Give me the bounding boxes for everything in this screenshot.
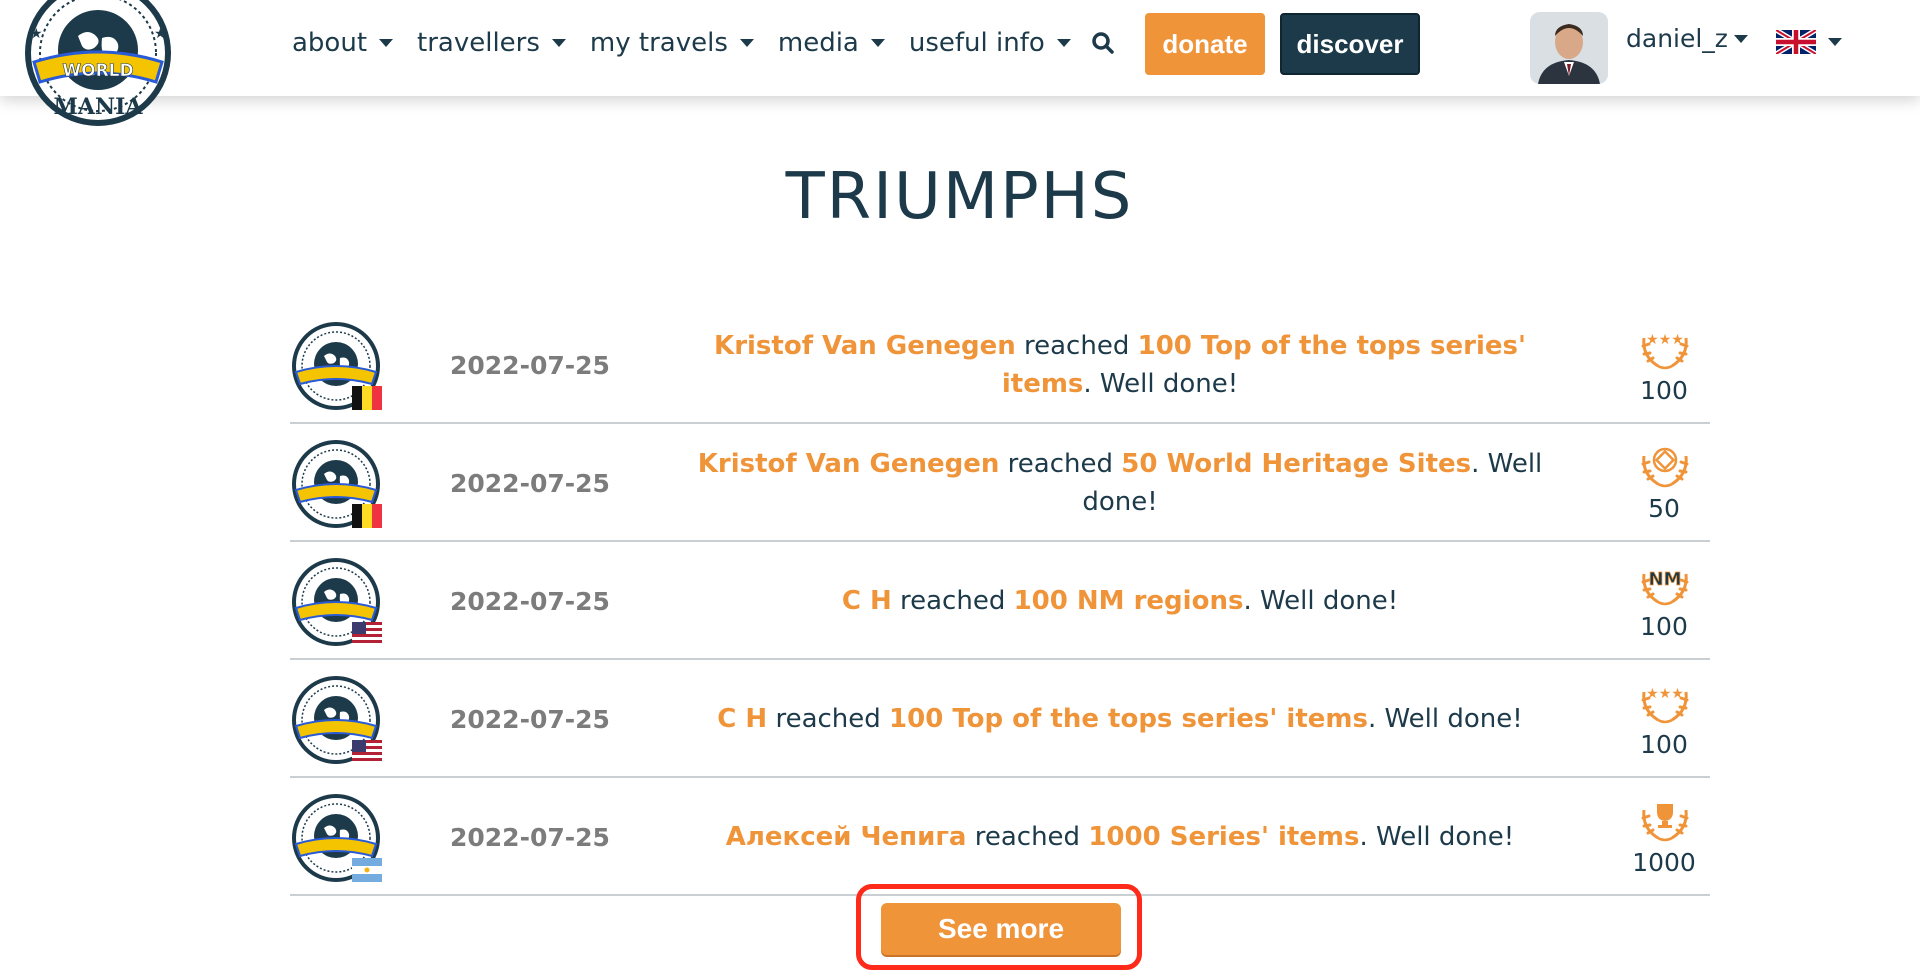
nav-about-label: about bbox=[292, 28, 368, 58]
triumph-verb: reached bbox=[966, 822, 1089, 852]
traveller-link[interactable]: Алексей Чепига bbox=[726, 822, 967, 852]
nomadmania-badge-icon[interactable] bbox=[290, 674, 386, 770]
triumph-description: Kristof Van Genegen reached 100 Top of t… bbox=[680, 306, 1560, 424]
svg-text:★: ★ bbox=[154, 26, 167, 42]
triumph-suffix: . Well done! bbox=[1243, 586, 1399, 616]
search-icon[interactable] bbox=[1090, 30, 1116, 56]
svg-text:★: ★ bbox=[30, 26, 43, 42]
achievement-link[interactable]: 100 NM regions bbox=[1014, 586, 1244, 616]
triumph-suffix: . Well done! bbox=[1367, 704, 1523, 734]
user-avatar-icon bbox=[1530, 12, 1608, 84]
svg-text:★★★: ★★★ bbox=[1646, 686, 1684, 702]
svg-text:NM: NM bbox=[1649, 569, 1682, 590]
triumph-description: C H reached 100 Top of the tops series' … bbox=[680, 660, 1560, 778]
donate-button[interactable]: donate bbox=[1145, 13, 1265, 75]
see-more-highlight: See more bbox=[856, 884, 1142, 970]
triumph-date: 2022-07-25 bbox=[450, 468, 610, 498]
triumph-date: 2022-07-25 bbox=[450, 704, 610, 734]
triumph-date: 2022-07-25 bbox=[450, 586, 610, 616]
award-count: 1000 bbox=[1632, 848, 1696, 877]
award: NM 100 bbox=[1618, 542, 1710, 660]
nav-travellers[interactable]: travellers bbox=[417, 28, 566, 58]
triumph-verb: reached bbox=[1015, 331, 1138, 361]
nav-my-travels-label: my travels bbox=[589, 28, 728, 58]
nav-useful-info[interactable]: useful info bbox=[909, 28, 1071, 58]
svg-text:★★★: ★★★ bbox=[1646, 332, 1684, 348]
triumph-date: 2022-07-25 bbox=[450, 350, 610, 380]
triumph-row: 2022-07-25 C H reached 100 NM regions. W… bbox=[290, 542, 1710, 660]
user-menu[interactable]: daniel_z bbox=[1626, 24, 1748, 53]
award: ★★★ 100 bbox=[1618, 306, 1710, 424]
triumph-verb: reached bbox=[767, 704, 890, 734]
triumph-row: 2022-07-25 Kristof Van Genegen reached 1… bbox=[290, 306, 1710, 424]
triumph-verb: reached bbox=[999, 449, 1122, 479]
triumph-row: 2022-07-25 Kristof Van Genegen reached 5… bbox=[290, 424, 1710, 542]
world-heritage-icon bbox=[1641, 447, 1689, 488]
award: 1000 bbox=[1618, 778, 1710, 896]
award: ★★★ 100 bbox=[1618, 660, 1710, 778]
nomadmania-logo[interactable]: WORLD MANIA ★ ★ bbox=[20, 0, 176, 128]
triumph-description: Алексей Чепига reached 1000 Series' item… bbox=[680, 778, 1560, 896]
tops-stars-icon: ★★★ bbox=[1641, 686, 1689, 724]
achievement-link[interactable]: 1000 Series' items bbox=[1088, 822, 1359, 852]
username-label: daniel_z bbox=[1626, 24, 1728, 53]
award-count: 50 bbox=[1648, 494, 1680, 523]
traveller-link[interactable]: Kristof Van Genegen bbox=[714, 331, 1016, 361]
award-count: 100 bbox=[1640, 730, 1688, 759]
uk-flag-icon bbox=[1776, 30, 1816, 54]
chevron-down-icon bbox=[870, 39, 885, 47]
nomadmania-badge-icon[interactable] bbox=[290, 556, 386, 652]
chevron-down-icon bbox=[1828, 38, 1842, 46]
traveller-link[interactable]: C H bbox=[842, 586, 892, 616]
page-title: TRIUMPHS bbox=[0, 160, 1920, 234]
nav-media[interactable]: media bbox=[778, 28, 885, 58]
award-count: 100 bbox=[1640, 612, 1688, 641]
nav-useful-info-label: useful info bbox=[908, 28, 1045, 58]
chevron-down-icon bbox=[1733, 34, 1748, 43]
nav-about[interactable]: about bbox=[292, 28, 394, 58]
chevron-down-icon bbox=[739, 39, 754, 47]
achievement-link[interactable]: 100 Top of the tops series' items bbox=[889, 704, 1368, 734]
main-nav: about travellers my travels media useful… bbox=[292, 0, 1095, 86]
nav-media-label: media bbox=[777, 28, 859, 58]
svg-text:MANIA: MANIA bbox=[54, 94, 144, 120]
trophy-icon bbox=[1641, 804, 1689, 842]
triumph-suffix: . Well done! bbox=[1359, 822, 1515, 852]
triumph-description: C H reached 100 NM regions. Well done! bbox=[680, 542, 1560, 660]
nav-travellers-label: travellers bbox=[417, 28, 540, 58]
award: 50 bbox=[1618, 424, 1710, 542]
traveller-link[interactable]: Kristof Van Genegen bbox=[698, 449, 1000, 479]
see-more-button[interactable]: See more bbox=[881, 903, 1121, 955]
nomadmania-badge-icon[interactable] bbox=[290, 320, 386, 416]
nomadmania-badge-icon[interactable] bbox=[290, 438, 386, 534]
nomadmania-badge-icon[interactable] bbox=[290, 792, 386, 888]
language-selector[interactable] bbox=[1776, 30, 1842, 54]
chevron-down-icon bbox=[1056, 39, 1071, 47]
avatar[interactable] bbox=[1530, 12, 1608, 84]
triumph-suffix: . Well done! bbox=[1083, 369, 1239, 399]
page-title-text: TRIUMPHS bbox=[785, 160, 1134, 234]
triumphs-list: 2022-07-25 Kristof Van Genegen reached 1… bbox=[290, 306, 1710, 896]
discover-button[interactable]: discover bbox=[1280, 13, 1420, 75]
achievement-link[interactable]: 50 World Heritage Sites bbox=[1121, 449, 1471, 479]
triumph-description: Kristof Van Genegen reached 50 World Her… bbox=[680, 424, 1560, 542]
triumph-row: 2022-07-25 C H reached 100 Top of the to… bbox=[290, 660, 1710, 778]
chevron-down-icon bbox=[379, 39, 394, 47]
site-header: WORLD MANIA ★ ★ about travellers my trav… bbox=[0, 0, 1920, 126]
triumph-date: 2022-07-25 bbox=[450, 822, 610, 852]
traveller-link[interactable]: C H bbox=[717, 704, 767, 734]
award-count: 100 bbox=[1640, 376, 1688, 405]
nav-my-travels[interactable]: my travels bbox=[590, 28, 754, 58]
triumph-verb: reached bbox=[891, 586, 1014, 616]
chevron-down-icon bbox=[551, 39, 566, 47]
tops-stars-icon: ★★★ bbox=[1641, 332, 1689, 370]
nm-regions-icon: NM bbox=[1641, 569, 1689, 606]
svg-text:WORLD: WORLD bbox=[62, 61, 133, 81]
triumph-row: 2022-07-25 Алексей Чепига reached 1000 S… bbox=[290, 778, 1710, 896]
